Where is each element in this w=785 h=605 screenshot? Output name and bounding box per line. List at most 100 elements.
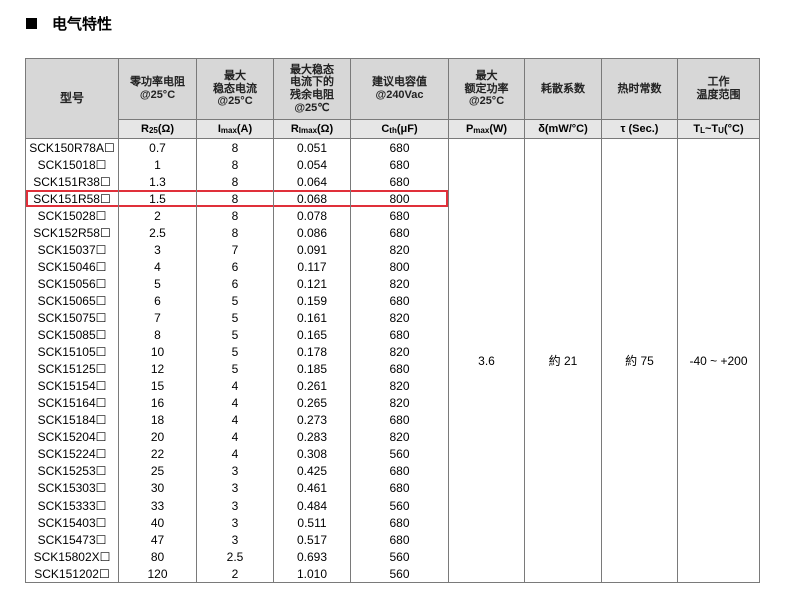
- header-residual-resistance: 最大稳态 电流下的 残余电阻 @25℃: [273, 58, 351, 120]
- cell-cth: 800: [350, 258, 449, 276]
- header-text: 工作 温度范围: [696, 76, 741, 101]
- merged-max-power: 3.6: [448, 137, 525, 584]
- cell-rimax: 0.159: [273, 292, 351, 310]
- cell-r25: 1: [118, 156, 197, 174]
- unit-cth: Cth(μF): [350, 119, 449, 139]
- cell-imax: 8: [196, 224, 274, 242]
- cell-cth: 800: [350, 190, 449, 208]
- cell-rimax: 0.068: [273, 190, 351, 208]
- cell-rimax: 0.051: [273, 138, 351, 157]
- unit-pmax: Pmax(W): [448, 119, 525, 139]
- cell-model: SCK150R78A☐: [25, 138, 119, 157]
- cell-cth: 680: [350, 411, 449, 429]
- header-max-steady-current: 最大 稳态电流 @25°C: [196, 58, 274, 120]
- cell-imax: 8: [196, 207, 274, 225]
- cell-imax: 4: [196, 411, 274, 429]
- cell-rimax: 0.086: [273, 224, 351, 242]
- cell-cth: 560: [350, 496, 449, 515]
- cell-imax: 3: [196, 514, 274, 532]
- cell-cth: 680: [350, 360, 449, 378]
- cell-rimax: 1.010: [273, 565, 351, 584]
- cell-rimax: 0.517: [273, 531, 351, 549]
- cell-r25: 47: [118, 531, 197, 549]
- cell-rimax: 0.117: [273, 258, 351, 276]
- unit-time-constant: τ (Sec.): [601, 119, 678, 139]
- cell-model: SCK15184☐: [25, 411, 119, 429]
- cell-cth: 680: [350, 514, 449, 532]
- unit-temp-range: TL~TU(°C): [677, 119, 760, 139]
- unit-imax: Imax(A): [196, 119, 274, 139]
- cell-rimax: 0.064: [273, 173, 351, 191]
- cell-rimax: 0.511: [273, 514, 351, 532]
- cell-cth: 680: [350, 292, 449, 310]
- cell-rimax: 0.054: [273, 156, 351, 174]
- cell-r25: 1.5: [118, 190, 197, 208]
- cell-imax: 5: [196, 309, 274, 327]
- cell-imax: 2: [196, 565, 274, 584]
- cell-imax: 3: [196, 462, 274, 480]
- cell-r25: 20: [118, 428, 197, 446]
- cell-imax: 4: [196, 445, 274, 463]
- cell-r25: 40: [118, 514, 197, 532]
- cell-rimax: 0.693: [273, 548, 351, 566]
- cell-cth: 820: [350, 377, 449, 395]
- cell-model: SCK15105☐: [25, 343, 119, 361]
- cell-rimax: 0.425: [273, 462, 351, 480]
- cell-imax: 8: [196, 156, 274, 174]
- cell-rimax: 0.273: [273, 411, 351, 429]
- cell-r25: 10: [118, 343, 197, 361]
- cell-cth: 820: [350, 428, 449, 446]
- cell-imax: 5: [196, 360, 274, 378]
- cell-model: SCK15303☐: [25, 479, 119, 497]
- cell-imax: 4: [196, 428, 274, 446]
- cell-model: SCK15253☐: [25, 462, 119, 480]
- header-thermal-time-constant: 热时常数: [601, 58, 678, 120]
- cell-rimax: 0.165: [273, 326, 351, 344]
- header-recommended-capacitance: 建议电容值 @240Vac: [350, 58, 449, 120]
- cell-rimax: 0.178: [273, 343, 351, 361]
- cell-model: SCK15224☐: [25, 445, 119, 463]
- header-text: 最大 稳态电流 @25°C: [213, 70, 257, 108]
- cell-rimax: 0.283: [273, 428, 351, 446]
- header-text: 零功率电阻 @25°C: [130, 76, 185, 101]
- unit-r25: R25(Ω): [118, 119, 197, 139]
- header-text: 热时常数: [617, 82, 662, 95]
- cell-imax: 4: [196, 377, 274, 395]
- cell-cth: 680: [350, 156, 449, 174]
- cell-rimax: 0.091: [273, 241, 351, 259]
- cell-cth: 820: [350, 241, 449, 259]
- cell-imax: 8: [196, 190, 274, 208]
- cell-model: SCK15085☐: [25, 326, 119, 344]
- cell-cth: 820: [350, 309, 449, 327]
- merged-dissipation-factor: 約 21: [524, 137, 602, 584]
- cell-model: SCK151R38☐: [25, 173, 119, 191]
- units-row: R25(Ω) Imax(A) RImax(Ω) Cth(μF) Pmax(W) …: [26, 119, 760, 139]
- cell-r25: 33: [118, 496, 197, 515]
- cell-rimax: 0.308: [273, 445, 351, 463]
- cell-imax: 7: [196, 241, 274, 259]
- cell-r25: 16: [118, 394, 197, 412]
- cell-cth: 560: [350, 565, 449, 584]
- cell-r25: 8: [118, 326, 197, 344]
- cell-r25: 6: [118, 292, 197, 310]
- section-heading: 电气特性: [26, 12, 112, 34]
- cell-model: SCK15056☐: [25, 275, 119, 293]
- electrical-characteristics-table: 型号 零功率电阻 @25°C 最大 稳态电流 @25°C 最大稳态 电流下的 残余电阻 @2…: [25, 58, 760, 584]
- bullet-square-icon: [26, 17, 37, 29]
- cell-r25: 22: [118, 445, 197, 463]
- cell-r25: 120: [118, 565, 197, 584]
- cell-cth: 560: [350, 548, 449, 566]
- cell-imax: 3: [196, 531, 274, 549]
- cell-model: SCK15075☐: [25, 309, 119, 327]
- cell-model: SCK151R58☐: [25, 190, 119, 208]
- cell-r25: 30: [118, 479, 197, 497]
- header-text: 最大稳态 电流下的 残余电阻 @25℃: [290, 63, 334, 114]
- header-max-rated-power: 最大 额定功率 @25°C: [448, 58, 525, 120]
- cell-cth: 820: [350, 343, 449, 361]
- cell-r25: 3: [118, 241, 197, 259]
- cell-cth: 820: [350, 394, 449, 412]
- header-zero-power-resistance: 零功率电阻 @25°C: [118, 58, 197, 120]
- header-operating-temperature: 工作 温度范围: [677, 58, 760, 120]
- cell-imax: 5: [196, 343, 274, 361]
- cell-rimax: 0.161: [273, 309, 351, 327]
